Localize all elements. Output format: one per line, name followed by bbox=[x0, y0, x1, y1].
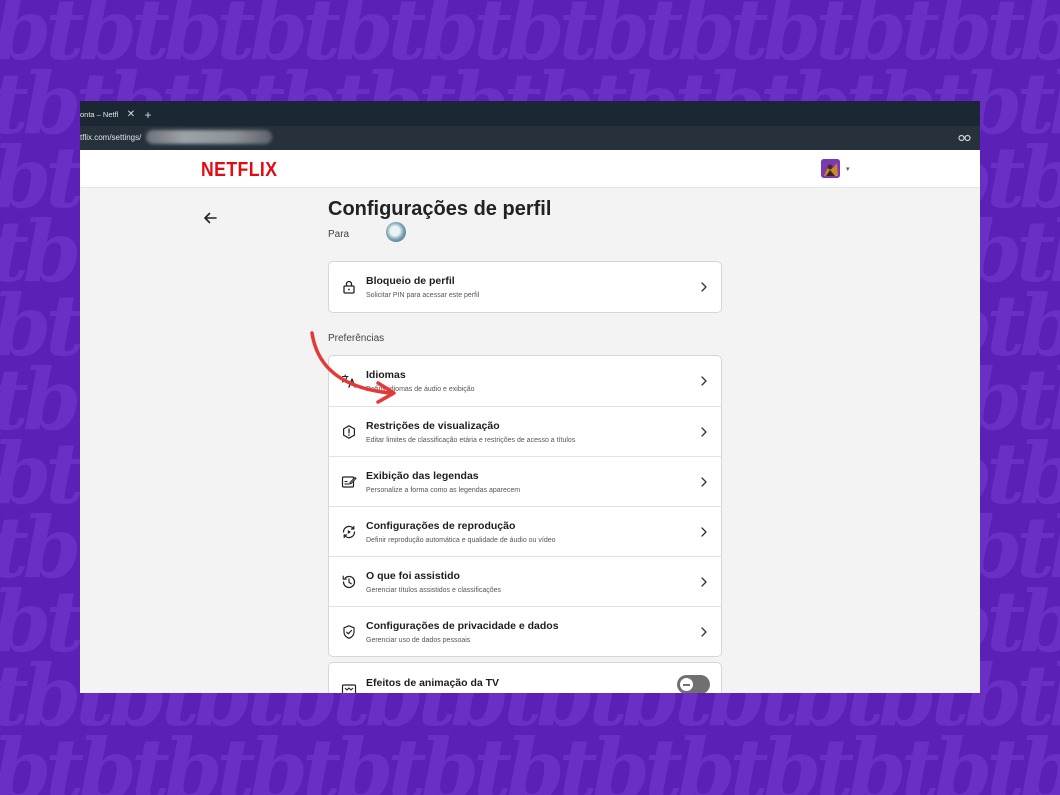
chevron-right-icon bbox=[701, 427, 707, 437]
new-tab-button[interactable]: + bbox=[141, 104, 155, 126]
alert-circle-icon bbox=[343, 425, 355, 439]
subtitles-title: Exibição das legendas bbox=[366, 470, 479, 482]
tv-animation-row: Efeitos de animação da TV bbox=[329, 663, 721, 693]
chevron-right-icon bbox=[701, 577, 707, 587]
lock-icon bbox=[343, 280, 355, 294]
back-arrow-icon[interactable] bbox=[201, 209, 219, 227]
avatar bbox=[821, 159, 840, 178]
viewing-history-subtitle: Gerenciar títulos assistidos e classific… bbox=[366, 587, 501, 594]
chevron-down-icon: ▾ bbox=[846, 166, 850, 173]
chevron-right-icon bbox=[701, 376, 707, 386]
tv-animation-card: Efeitos de animação da TV bbox=[328, 662, 722, 693]
profile-lock-row[interactable]: Bloqueio de perfil Solicitar PIN para ac… bbox=[329, 262, 721, 312]
address-bar[interactable]: tflix.com/settings/ bbox=[80, 126, 980, 150]
browser-window: onta – Netfl ✕ + tflix.com/settings/ NET… bbox=[80, 101, 980, 693]
preference-row-playback[interactable]: Configurações de reprodução Definir repr… bbox=[329, 506, 721, 556]
tab-title: onta – Netfl bbox=[80, 110, 119, 119]
playback-subtitle: Definir reprodução automática e qualidad… bbox=[366, 537, 556, 544]
preference-row-viewing-history[interactable]: O que foi assistido Gerenciar títulos as… bbox=[329, 556, 721, 606]
url-text: tflix.com/settings/ bbox=[80, 133, 142, 142]
for-profile-label: Para bbox=[328, 229, 350, 240]
preference-row-subtitles[interactable]: Exibição das legendas Personalize a form… bbox=[329, 456, 721, 506]
chevron-right-icon bbox=[701, 282, 707, 292]
account-menu-button[interactable]: ▾ bbox=[821, 159, 855, 179]
shield-check-icon bbox=[343, 625, 355, 639]
preference-row-privacy[interactable]: Configurações de privacidade e dados Ger… bbox=[329, 606, 721, 656]
subtitles-edit-icon bbox=[341, 476, 357, 488]
chevron-right-icon bbox=[701, 627, 707, 637]
site-header: NETFLIX ▾ bbox=[80, 150, 980, 188]
annotation-arrow-icon bbox=[310, 331, 396, 404]
playback-refresh-icon bbox=[342, 525, 356, 539]
viewing-restrictions-title: Restrições de visualização bbox=[366, 420, 500, 432]
subtitles-subtitle: Personalize a forma como as legendas apa… bbox=[366, 487, 521, 494]
url-redaction-blur bbox=[146, 130, 272, 144]
profile-lock-subtitle: Solicitar PIN para acessar este perfil bbox=[366, 292, 480, 299]
privacy-title: Configurações de privacidade e dados bbox=[366, 620, 559, 632]
history-icon bbox=[342, 575, 356, 589]
tv-icon bbox=[341, 684, 357, 693]
key-icon[interactable] bbox=[958, 132, 972, 144]
viewing-history-title: O que foi assistido bbox=[366, 570, 460, 582]
chevron-right-icon bbox=[701, 527, 707, 537]
preference-row-viewing-restrictions[interactable]: Restrições de visualização Editar limite… bbox=[329, 406, 721, 456]
playback-title: Configurações de reprodução bbox=[366, 520, 516, 532]
viewing-restrictions-subtitle: Editar limites de classificação etária e… bbox=[366, 437, 576, 444]
privacy-subtitle: Gerenciar uso de dados pessoais bbox=[366, 637, 471, 644]
browser-tab-bar: onta – Netfl ✕ + bbox=[80, 101, 980, 126]
toggle-knob bbox=[680, 678, 693, 691]
profile-lock-card: Bloqueio de perfil Solicitar PIN para ac… bbox=[328, 261, 722, 313]
profile-lock-title: Bloqueio de perfil bbox=[366, 275, 455, 287]
avatar-art-icon bbox=[821, 159, 840, 178]
profile-avatar bbox=[386, 222, 406, 242]
chevron-right-icon bbox=[701, 477, 707, 487]
tab-close-icon[interactable]: ✕ bbox=[124, 104, 138, 126]
netflix-logo[interactable]: NETFLIX bbox=[201, 159, 277, 182]
tv-animation-toggle[interactable] bbox=[677, 675, 710, 693]
page-title: Configurações de perfil bbox=[328, 198, 552, 220]
tv-animation-title: Efeitos de animação da TV bbox=[366, 677, 500, 689]
